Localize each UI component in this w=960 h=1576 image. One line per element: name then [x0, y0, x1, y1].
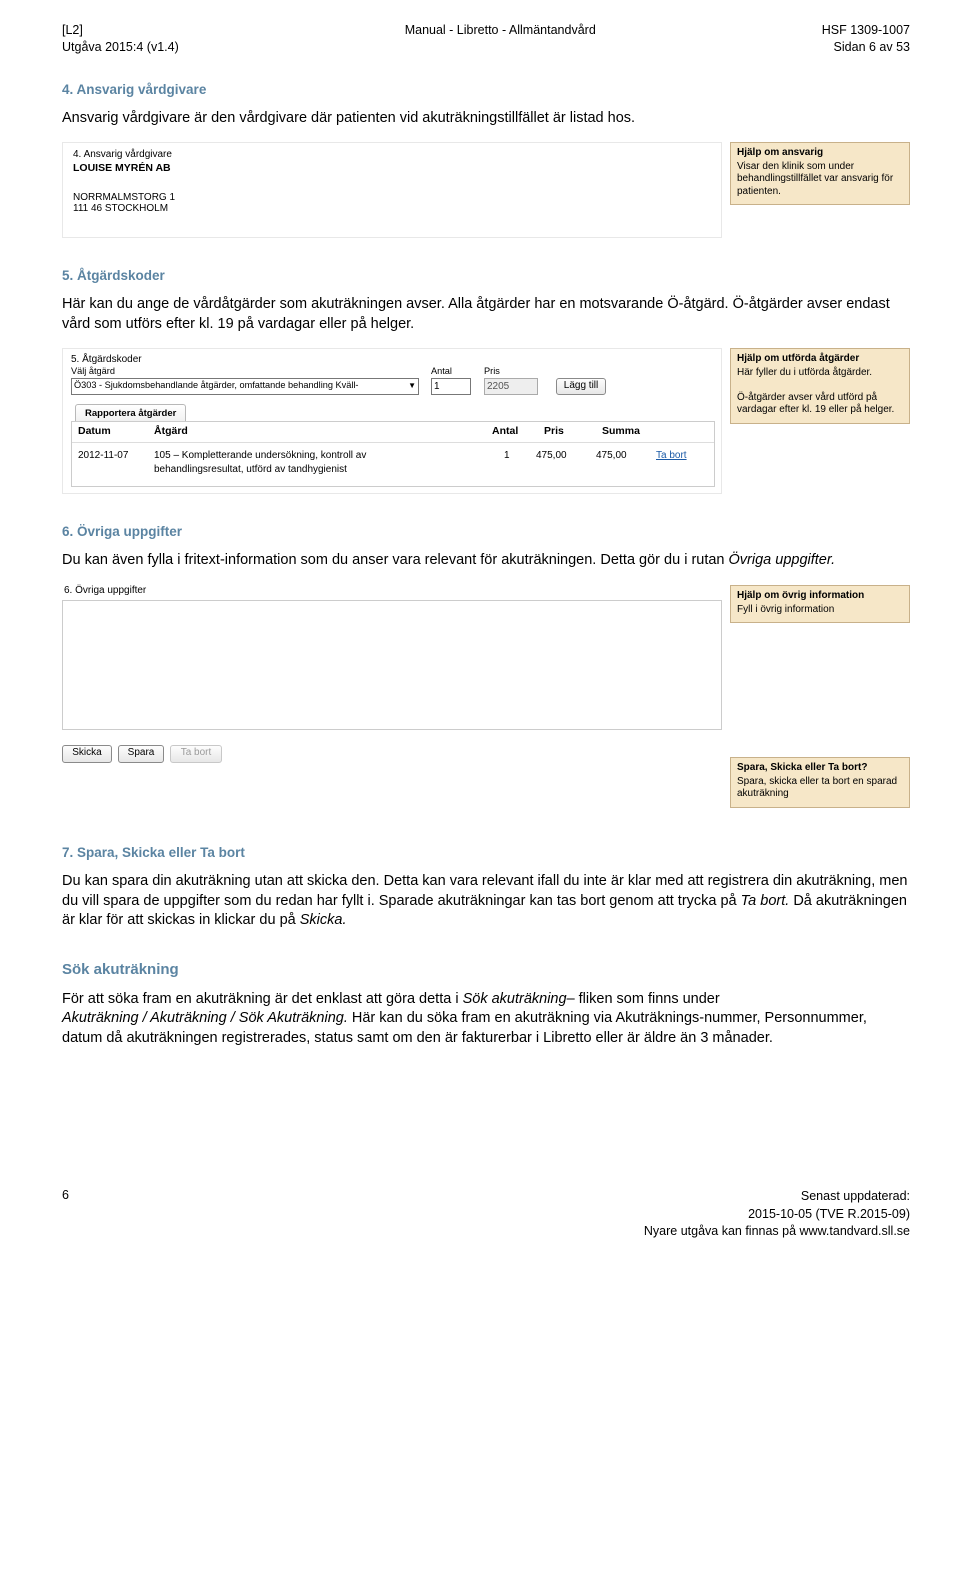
- panel-4-head: 4. Ansvarig vårdgivare: [73, 149, 711, 160]
- header-right-bottom: Sidan 6 av 53: [822, 39, 910, 56]
- panel-6-head: 6. Övriga uppgifter: [64, 585, 146, 596]
- row-desc1: 105 – Kompletterande undersökning, kontr…: [154, 450, 366, 461]
- panel-4-addr1: NORRMALMSTORG 1: [73, 192, 711, 203]
- col-summa: Summa: [602, 425, 640, 437]
- page-footer: 6 Senast uppdaterad: 2015-10-05 (TVE R.2…: [62, 1188, 910, 1241]
- footer-r1: Senast uppdaterad:: [644, 1188, 910, 1206]
- add-button[interactable]: Lägg till: [556, 378, 606, 395]
- section-4-title: 4. Ansvarig vårdgivare: [62, 82, 910, 97]
- table-row: 2012-11-07 105 – Kompletterande undersök…: [72, 443, 714, 487]
- section-7-text: Du kan spara din akuträkning utan att sk…: [62, 872, 910, 931]
- skicka-button[interactable]: Skicka: [62, 745, 112, 763]
- section-6-title: 6. Övriga uppgifter: [62, 524, 910, 539]
- help-box-4: Hjälp om ansvarig Visar den klinik som u…: [730, 142, 910, 205]
- panel-5-head: 5. Åtgärdskoder: [71, 354, 713, 365]
- footer-r3: Nyare utgåva kan finnas på www.tandvard.…: [644, 1223, 910, 1241]
- textarea-ovriga[interactable]: [62, 600, 722, 730]
- help-5-title: Hjälp om utförda åtgärder: [737, 353, 903, 366]
- footer-page-no: 6: [62, 1188, 69, 1241]
- page-header: [L2] Utgåva 2015:4 (v1.4) Manual - Libre…: [62, 22, 910, 56]
- help-box-5: Hjälp om utförda åtgärder Här fyller du …: [730, 348, 910, 424]
- header-left-top: [L2]: [62, 22, 179, 39]
- help-5-line1: Här fyller du i utförda åtgärder.: [737, 367, 872, 378]
- search-text: För att söka fram en akuträkning är det …: [62, 990, 910, 1049]
- help-5-line2: Ö-åtgärder avser vård utförd på vardagar…: [737, 392, 894, 416]
- search-title: Sök akuträkning: [62, 961, 910, 978]
- select-atgard[interactable]: Ö303 - Sjukdomsbehandlande åtgärder, omf…: [71, 378, 419, 395]
- panel-4-addr2: 111 46 STOCKHOLM: [73, 203, 711, 214]
- embed-section-4: 4. Ansvarig vårdgivare LOUISE MYRÉN AB N…: [62, 142, 910, 242]
- col-datum: Datum: [78, 425, 111, 437]
- section-5-title: 5. Åtgärdskoder: [62, 268, 910, 283]
- row-summa: 475,00: [596, 450, 627, 461]
- section-5-text: Här kan du ange de vårdåtgärder som akut…: [62, 295, 910, 334]
- tabort-button: Ta bort: [170, 745, 222, 763]
- embed-section-5: 5. Åtgärdskoder Välj åtgärd Ö303 - Sjukd…: [62, 348, 910, 498]
- input-antal[interactable]: [431, 378, 471, 395]
- panel-4-org: LOUISE MYRÉN AB: [73, 162, 711, 174]
- section-7-title: 7. Spara, Skicka eller Ta bort: [62, 845, 910, 860]
- header-center: Manual - Libretto - Allmäntandvård: [405, 22, 596, 56]
- row-desc2: behandlingsresultat, utförd av tandhygie…: [154, 464, 347, 475]
- header-left-bottom: Utgåva 2015:4 (v1.4): [62, 39, 179, 56]
- label-pris: Pris: [484, 366, 500, 376]
- help-6b-text: Spara, skicka eller ta bort en sparad ak…: [737, 776, 897, 800]
- help-box-6b: Spara, Skicka eller Ta bort? Spara, skic…: [730, 757, 910, 808]
- label-antal: Antal: [431, 366, 452, 376]
- help-6-text: Fyll i övrig information: [737, 604, 834, 615]
- section-4-text: Ansvarig vårdgivare är den vårdgivare dä…: [62, 109, 910, 129]
- row-antal: 1: [504, 450, 510, 461]
- help-box-6: Hjälp om övrig information Fyll i övrig …: [730, 585, 910, 623]
- col-antal: Antal: [492, 425, 518, 437]
- spara-button[interactable]: Spara: [118, 745, 164, 763]
- label-valj: Välj åtgärd: [71, 366, 115, 376]
- row-delete-link[interactable]: Ta bort: [656, 450, 687, 461]
- help-4-text: Visar den klinik som under behandlingsti…: [737, 161, 893, 197]
- help-6b-title: Spara, Skicka eller Ta bort?: [737, 762, 903, 775]
- row-pris: 475,00: [536, 450, 567, 461]
- embed-section-6: 6. Övriga uppgifter Hjälp om övrig infor…: [62, 585, 910, 805]
- footer-r2: 2015-10-05 (TVE R.2015-09): [644, 1206, 910, 1224]
- row-date: 2012-11-07: [78, 450, 128, 461]
- col-atgard: Åtgärd: [154, 425, 188, 437]
- col-pris: Pris: [544, 425, 564, 437]
- tab-rapportera[interactable]: Rapportera åtgärder: [75, 404, 186, 422]
- help-4-title: Hjälp om ansvarig: [737, 147, 903, 160]
- chevron-down-icon: ▼: [408, 381, 416, 390]
- header-right-top: HSF 1309-1007: [822, 22, 910, 39]
- section-6-text: Du kan även fylla i fritext-information …: [62, 551, 910, 571]
- input-pris: [484, 378, 538, 395]
- help-6-title: Hjälp om övrig information: [737, 590, 903, 603]
